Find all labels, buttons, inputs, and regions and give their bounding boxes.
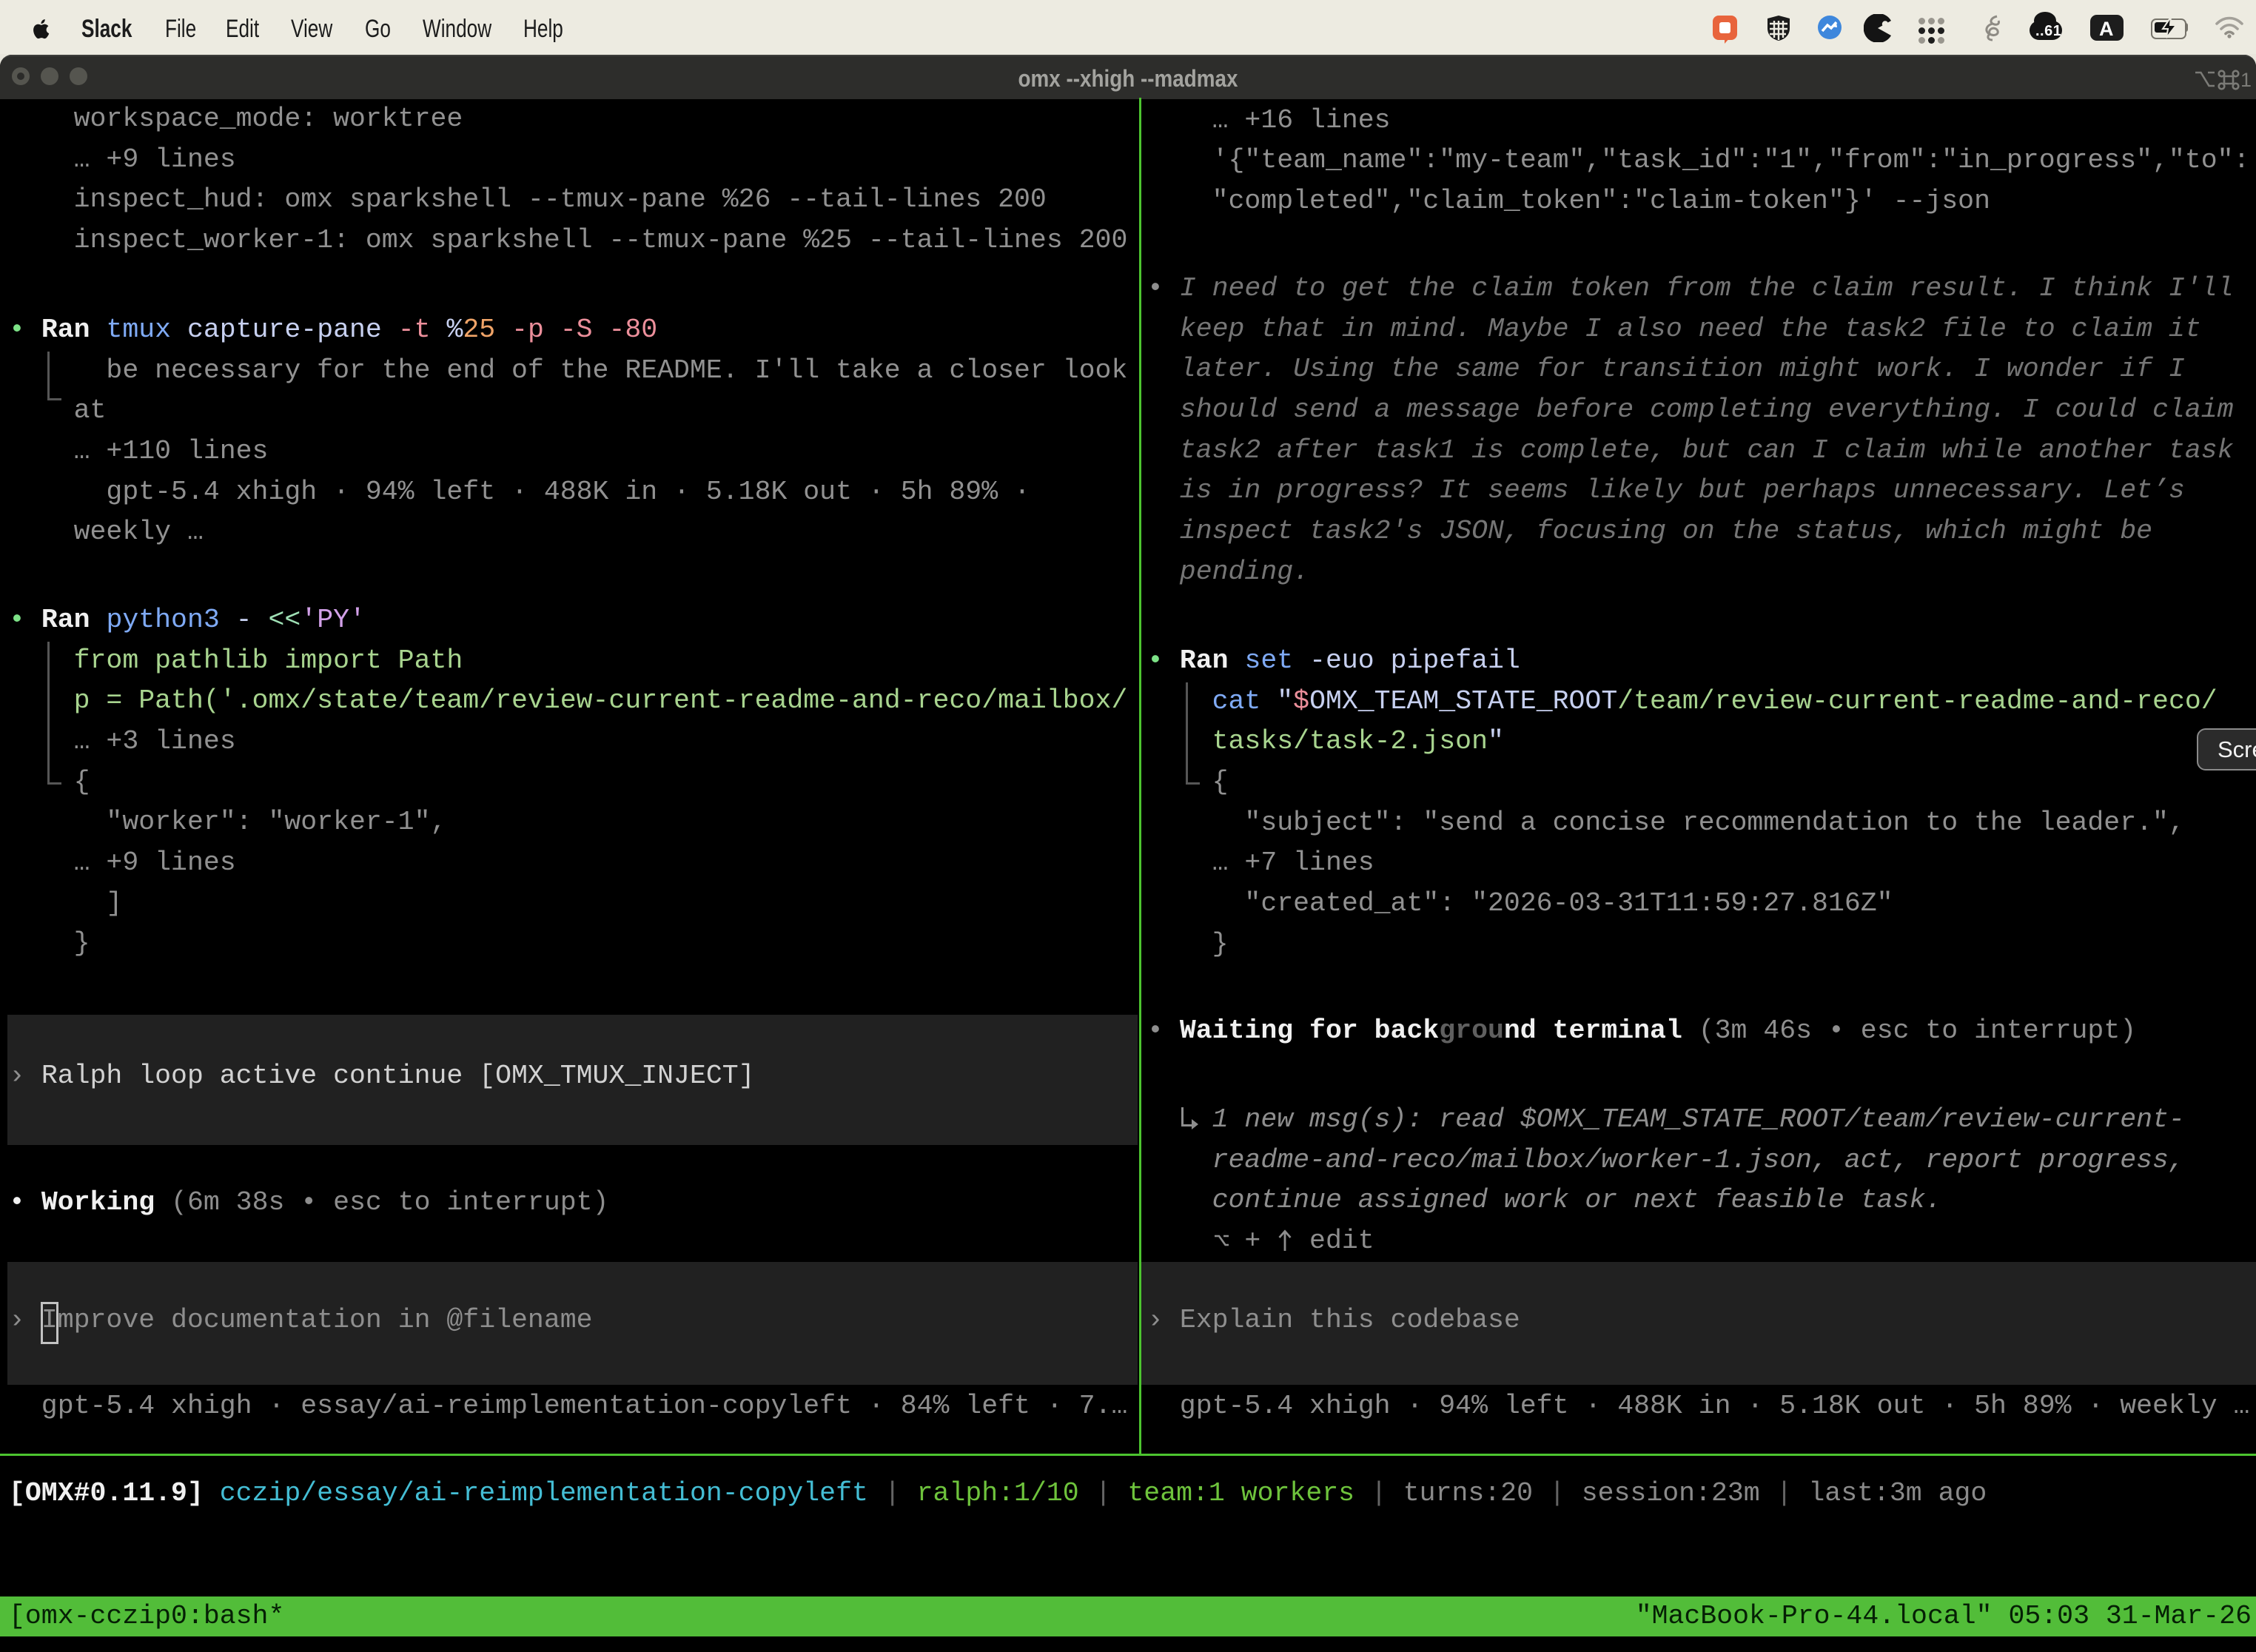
svg-text:1: 1 — [2240, 69, 2252, 91]
